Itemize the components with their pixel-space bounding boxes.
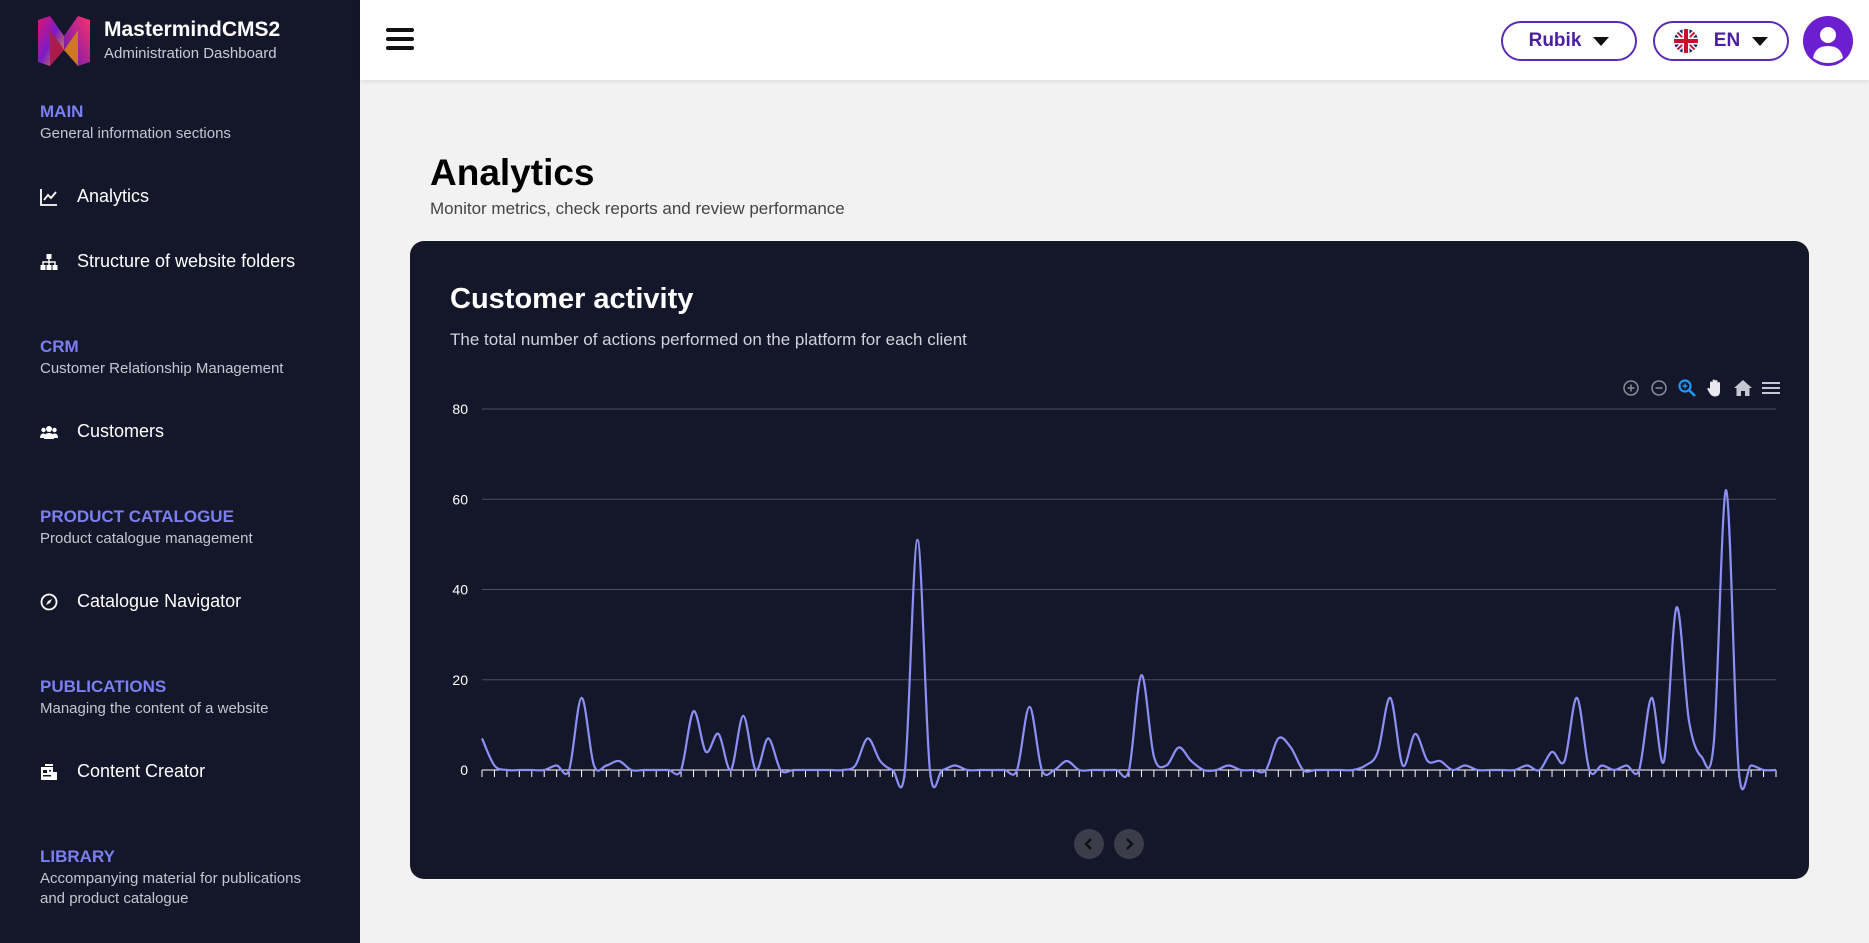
- section-title-crm: CRM: [40, 337, 79, 356]
- sidebar-item-label: Customers: [77, 421, 165, 441]
- section-title-library: LIBRARY: [40, 847, 115, 866]
- brand[interactable]: MastermindCMS2 Administration Dashboard: [38, 16, 280, 66]
- y-tick-label: 20: [452, 672, 468, 688]
- section-desc-main: General information sections: [40, 125, 231, 142]
- sidebar: MastermindCMS2 Administration Dashboard …: [0, 0, 360, 943]
- section-title-publications: PUBLICATIONS: [40, 677, 167, 696]
- section-title-main: MAIN: [40, 102, 84, 121]
- section-desc-publications: Managing the content of a website: [40, 700, 269, 717]
- top-bar: Rubik EN: [360, 0, 1869, 80]
- mastermind-logo-icon: [38, 16, 90, 66]
- activity-line-chart[interactable]: 0 20 40 60 80: [410, 241, 1809, 801]
- sitemap-icon: [40, 253, 58, 271]
- hamburger-menu-icon[interactable]: [386, 28, 414, 52]
- user-avatar-icon[interactable]: [1803, 16, 1853, 66]
- sidebar-item-label: Analytics: [77, 186, 150, 206]
- caret-down-icon: [1752, 36, 1769, 46]
- page-title: Analytics: [430, 152, 595, 193]
- sidebar-item-label: Structure of website folders: [77, 251, 296, 271]
- chart-next-button[interactable]: [1114, 829, 1144, 859]
- section-desc-product-catalogue: Product catalogue management: [40, 530, 253, 547]
- sidebar-item-structure[interactable]: Structure of website folders: [40, 251, 295, 272]
- section-desc-library: Accompanying material for publications a…: [40, 870, 301, 907]
- caret-down-icon: [1593, 36, 1610, 46]
- y-tick-label: 60: [452, 491, 468, 507]
- y-tick-label: 80: [452, 401, 468, 417]
- workspace-select[interactable]: Rubik: [1501, 21, 1637, 61]
- brand-subtitle: Administration Dashboard: [104, 45, 277, 62]
- content-icon: [40, 763, 58, 781]
- sidebar-item-customers[interactable]: Customers: [40, 421, 164, 442]
- sidebar-item-analytics[interactable]: Analytics: [40, 186, 149, 207]
- chevron-left-icon: [1084, 838, 1092, 850]
- brand-name: MastermindCMS2: [104, 18, 281, 41]
- sidebar-item-catalogue-navigator[interactable]: Catalogue Navigator: [40, 591, 241, 612]
- compass-icon: [40, 593, 58, 611]
- uk-flag-icon: [1673, 29, 1698, 53]
- sidebar-item-label: Catalogue Navigator: [77, 591, 242, 611]
- customer-activity-card: Customer activity The total number of ac…: [410, 241, 1809, 879]
- line-chart-icon: [40, 188, 58, 206]
- section-title-product-catalogue: PRODUCT CATALOGUE: [40, 507, 234, 526]
- language-label: EN: [1713, 30, 1741, 51]
- chevron-right-icon: [1126, 838, 1134, 850]
- section-desc-crm: Customer Relationship Management: [40, 360, 284, 377]
- sidebar-item-content-creator[interactable]: Content Creator: [40, 761, 205, 782]
- workspace-label: Rubik: [1528, 30, 1582, 51]
- series-line: [480, 489, 1777, 791]
- chart-prev-button[interactable]: [1074, 829, 1104, 859]
- y-tick-label: 0: [460, 762, 468, 778]
- sidebar-item-label: Content Creator: [77, 761, 206, 781]
- page-subtitle: Monitor metrics, check reports and revie…: [430, 199, 845, 218]
- y-tick-label: 40: [452, 582, 468, 598]
- language-select[interactable]: EN: [1653, 21, 1789, 61]
- users-icon: [40, 423, 58, 441]
